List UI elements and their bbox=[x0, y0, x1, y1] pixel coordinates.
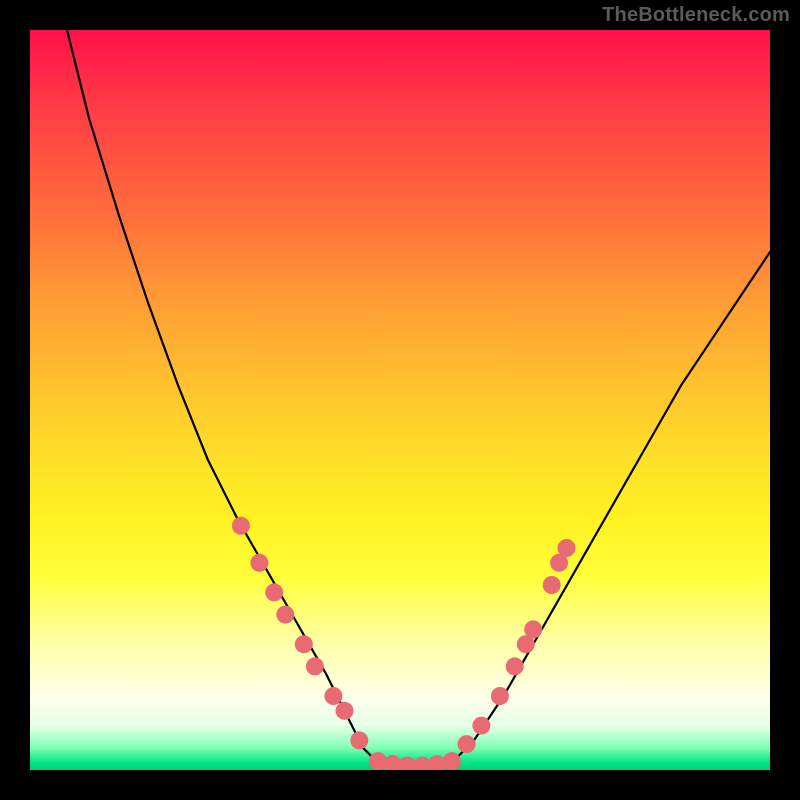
left-dot-7 bbox=[324, 687, 342, 705]
right-dot-4 bbox=[506, 657, 524, 675]
chart-frame: TheBottleneck.com bbox=[0, 0, 800, 800]
data-points-group bbox=[232, 517, 576, 770]
bottleneck-curve bbox=[67, 30, 770, 766]
plot-area bbox=[30, 30, 770, 770]
left-dot-5 bbox=[295, 635, 313, 653]
left-dot-9 bbox=[350, 731, 368, 749]
right-dot-3 bbox=[491, 687, 509, 705]
right-dot-7 bbox=[543, 576, 561, 594]
left-dot-8 bbox=[336, 702, 354, 720]
flat-dot-6 bbox=[443, 752, 461, 770]
flat-dot-1 bbox=[369, 752, 387, 770]
left-dot-1 bbox=[232, 517, 250, 535]
curve-svg bbox=[30, 30, 770, 770]
right-dot-1 bbox=[458, 735, 476, 753]
right-dot-2 bbox=[472, 717, 490, 735]
left-dot-3 bbox=[265, 583, 283, 601]
right-dot-6 bbox=[524, 620, 542, 638]
left-dot-2 bbox=[250, 554, 268, 572]
right-dot-9 bbox=[558, 539, 576, 557]
watermark-text: TheBottleneck.com bbox=[602, 4, 790, 27]
left-dot-4 bbox=[276, 606, 294, 624]
left-dot-6 bbox=[306, 657, 324, 675]
